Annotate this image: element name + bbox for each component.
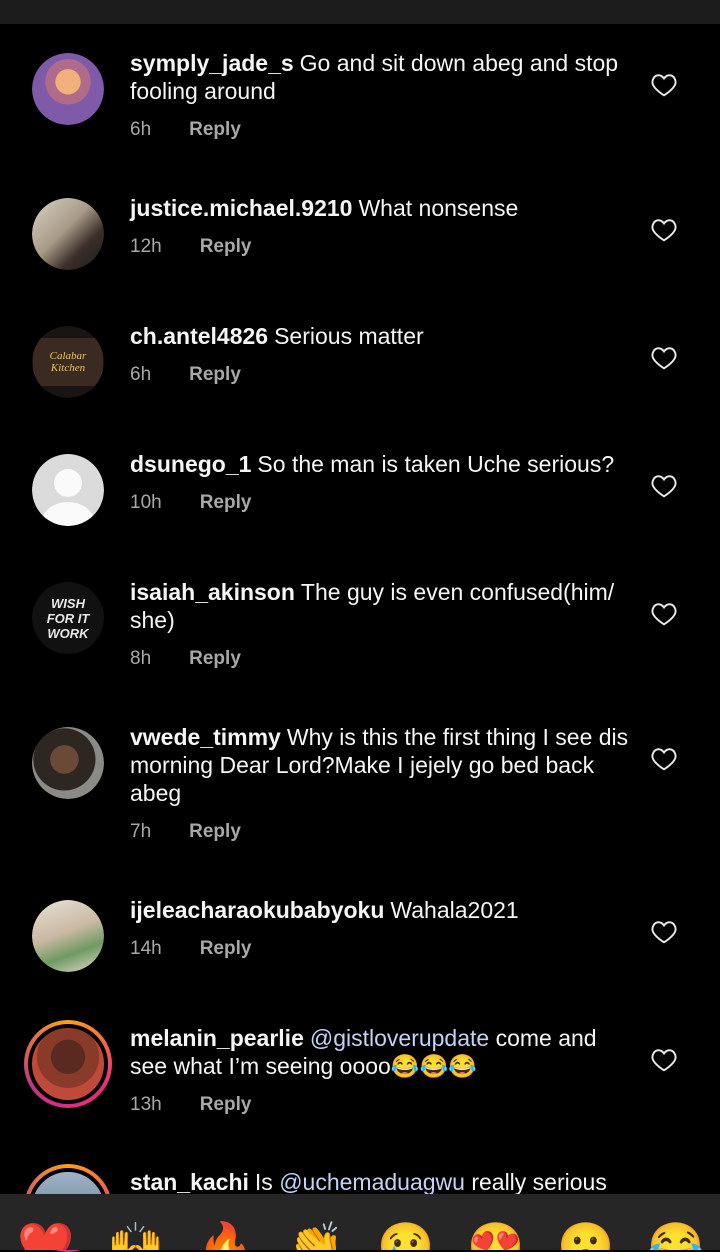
comment-body-prefix: Is <box>254 1169 273 1194</box>
reaction-heart-eyes[interactable]: 😍 <box>466 1216 526 1250</box>
avatar-story-ring[interactable] <box>24 1020 112 1108</box>
timestamp: 10h <box>130 492 162 513</box>
comment-body: Serious matter <box>274 323 424 349</box>
reply-button[interactable]: Reply <box>189 119 241 140</box>
mention-link[interactable]: @gistloverupdate <box>310 1025 489 1051</box>
mention-link[interactable]: @uchemaduagwu <box>279 1169 465 1194</box>
reaction-crying[interactable]: 😢 <box>376 1216 436 1250</box>
avatar[interactable] <box>32 727 104 799</box>
comment-meta: 7h Reply <box>130 821 241 843</box>
comment-body: really serious <box>471 1169 607 1194</box>
username[interactable]: justice.michael.9210 <box>130 195 352 221</box>
timestamp: 8h <box>130 648 152 669</box>
status-bar <box>0 0 720 24</box>
avatar[interactable] <box>32 53 104 125</box>
default-avatar-body <box>42 502 94 526</box>
reply-button[interactable]: Reply <box>200 938 252 959</box>
avatar-logo-text: WISH FOR IT WORK <box>46 595 90 641</box>
timestamp: 6h <box>130 364 152 385</box>
reply-button[interactable]: Reply <box>189 821 241 842</box>
comment-meta: 12h Reply <box>130 236 251 258</box>
comment-text: isaiah_akinson The guy is even confused(h… <box>130 578 630 634</box>
comment-body: What nonsense <box>358 195 519 221</box>
timestamp: 13h <box>130 1094 162 1115</box>
comment-meta: 13h Reply <box>130 1094 251 1116</box>
comment-text: melanin_pearlie @gistloverupdate come and… <box>130 1024 630 1080</box>
reaction-heart[interactable]: ❤️ <box>16 1216 76 1250</box>
avatar-logo: Calabar Kitchen <box>33 338 103 386</box>
username[interactable]: ijeleacharaokubabyoku <box>130 897 384 923</box>
reply-button[interactable]: Reply <box>200 492 252 513</box>
avatar[interactable]: Calabar Kitchen <box>32 326 104 398</box>
reply-button[interactable]: Reply <box>189 364 241 385</box>
comment-meta: 6h Reply <box>130 364 241 386</box>
timestamp: 7h <box>130 821 152 842</box>
comment-meta: 10h Reply <box>130 492 251 514</box>
avatar[interactable] <box>32 454 104 526</box>
reaction-clap[interactable]: 👏 <box>286 1216 346 1250</box>
heart-outline-icon[interactable] <box>651 346 677 370</box>
reaction-laughing[interactable]: 😂 <box>646 1216 706 1250</box>
heart-outline-icon[interactable] <box>651 602 677 626</box>
heart-outline-icon[interactable] <box>651 1048 677 1072</box>
reaction-surprised[interactable]: 😮 <box>556 1216 616 1250</box>
heart-outline-icon[interactable] <box>651 474 677 498</box>
avatar[interactable]: WISH FOR IT WORK <box>32 582 104 654</box>
comment-text: ijeleacharaokubabyoku Wahala2021 <box>130 896 630 924</box>
heart-outline-icon[interactable] <box>651 73 677 97</box>
timestamp: 6h <box>130 119 152 140</box>
heart-outline-icon[interactable] <box>651 920 677 944</box>
reply-button[interactable]: Reply <box>189 648 241 669</box>
reaction-raised-hands[interactable]: 🙌 <box>106 1216 166 1250</box>
avatar[interactable] <box>32 198 104 270</box>
comment-meta: 14h Reply <box>130 938 251 960</box>
emoji-reaction-bar: ❤️ 🙌 🔥 👏 😢 😍 😮 😂 <box>0 1194 720 1250</box>
reply-button[interactable]: Reply <box>200 1094 252 1115</box>
username[interactable]: dsunego_1 <box>130 451 251 477</box>
comment-meta: 6h Reply <box>130 119 241 141</box>
comment-text: dsunego_1 So the man is taken Uche seriou… <box>130 450 630 478</box>
comment-text: justice.michael.9210 What nonsense <box>130 194 630 222</box>
comment-body: So the man is taken Uche serious? <box>257 451 615 477</box>
reaction-fire[interactable]: 🔥 <box>196 1216 256 1250</box>
avatar-logo-text: Calabar Kitchen <box>49 350 87 374</box>
heart-outline-icon[interactable] <box>651 747 677 771</box>
username[interactable]: melanin_pearlie <box>130 1025 304 1051</box>
default-avatar-head <box>54 469 82 497</box>
username[interactable]: stan_kachi <box>130 1169 249 1194</box>
timestamp: 12h <box>130 236 162 257</box>
username[interactable]: vwede_timmy <box>130 724 281 750</box>
comment-text: ch.antel4826 Serious matter <box>130 322 630 350</box>
comment-body: Wahala2021 <box>390 897 519 923</box>
comment-meta: 8h Reply <box>130 648 241 670</box>
username[interactable]: isaiah_akinson <box>130 579 295 605</box>
comment-text: vwede_timmy Why is this the first thing I… <box>130 723 630 807</box>
comment-text: symply_jade_s Go and sit down abeg and st… <box>130 49 630 105</box>
username[interactable]: symply_jade_s <box>130 50 294 76</box>
username[interactable]: ch.antel4826 <box>130 323 268 349</box>
comment-text: stan_kachi Is @uchemaduagwu really seriou… <box>130 1168 630 1194</box>
timestamp: 14h <box>130 938 162 959</box>
reply-button[interactable]: Reply <box>200 236 252 257</box>
heart-outline-icon[interactable] <box>651 218 677 242</box>
avatar[interactable] <box>32 900 104 972</box>
